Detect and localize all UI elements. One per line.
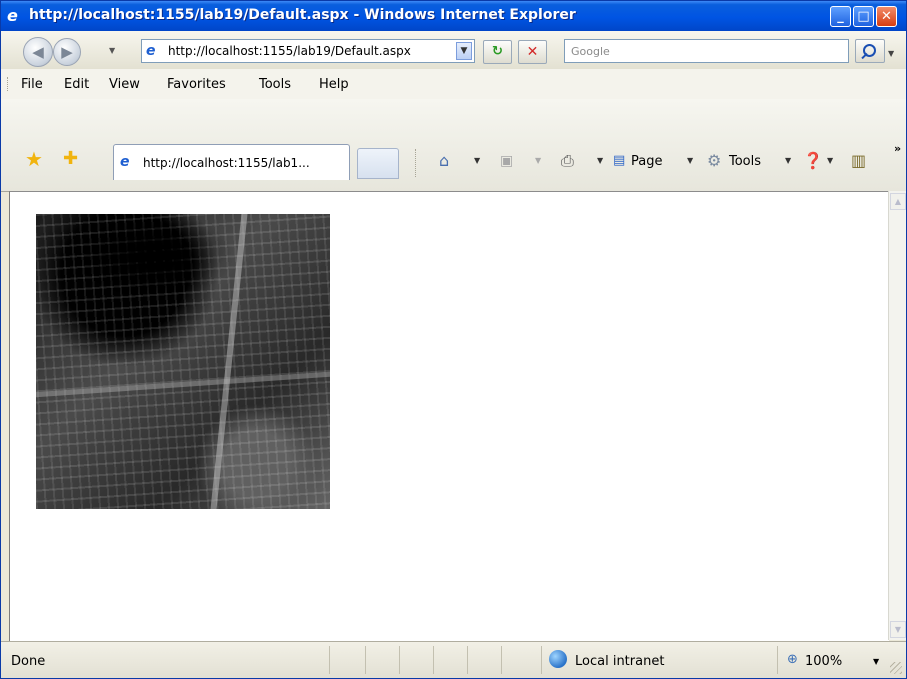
search-input[interactable]: Google	[564, 39, 849, 63]
address-bar[interactable]: e http://localhost:1155/lab19/Default.as…	[141, 39, 475, 63]
help-dropdown-icon[interactable]: ▼	[827, 156, 833, 165]
search-placeholder: Google	[571, 45, 610, 58]
tools-menu-button[interactable]: Tools	[729, 154, 761, 169]
aerial-city-image	[36, 214, 330, 509]
help-icon[interactable]: ❓	[803, 150, 823, 172]
menu-file[interactable]: File	[21, 77, 43, 92]
tab-page-icon: e	[120, 154, 130, 170]
menu-edit[interactable]: Edit	[64, 77, 89, 92]
window-title: http://localhost:1155/lab19/Default.aspx…	[29, 7, 576, 23]
tab-bar: ★ ✚ e http://localhost:1155/lab1... ⌂ ▼ …	[1, 99, 906, 192]
zoom-level[interactable]: 100%	[805, 654, 842, 669]
search-options-dropdown-icon[interactable]: ▼	[888, 49, 894, 58]
security-zone-label[interactable]: Local intranet	[575, 654, 664, 669]
feeds-icon[interactable]: ▣	[500, 150, 513, 172]
home-dropdown-icon[interactable]: ▼	[474, 156, 480, 165]
feeds-dropdown-icon: ▼	[535, 156, 542, 165]
recent-pages-dropdown-icon[interactable]: ▼	[109, 46, 115, 55]
page-menu-button[interactable]: Page	[631, 154, 662, 169]
page-dropdown-icon[interactable]: ▼	[687, 156, 693, 165]
page-content	[9, 191, 889, 641]
status-bar: Done Local intranet ⊕ 100% ▼	[1, 641, 906, 678]
navigation-bar: ◀ ▶ ▼ e http://localhost:1155/lab19/Defa…	[1, 31, 906, 70]
maximize-button[interactable]: □	[853, 6, 874, 27]
address-dropdown-icon[interactable]: ▼	[456, 42, 472, 60]
menu-favorites[interactable]: Favorites	[167, 77, 226, 92]
minimize-button[interactable]: _	[830, 6, 851, 27]
scroll-up-icon[interactable]: ▲	[890, 193, 906, 210]
toolbar-grip[interactable]	[7, 77, 10, 91]
scroll-down-icon[interactable]: ▼	[890, 621, 906, 638]
close-button[interactable]: ✕	[876, 6, 897, 27]
home-icon[interactable]: ⌂	[439, 150, 449, 172]
forward-button[interactable]: ▶	[53, 38, 81, 66]
print-icon[interactable]: ⎙	[561, 150, 574, 172]
tools-gear-icon[interactable]: ⚙	[707, 150, 721, 172]
favorites-center-icon[interactable]: ★	[25, 149, 43, 169]
vertical-scrollbar[interactable]: ▲ ▼	[888, 191, 906, 640]
ie-logo-icon: e	[7, 6, 18, 25]
status-text: Done	[11, 654, 46, 669]
address-input[interactable]: http://localhost:1155/lab19/Default.aspx	[168, 44, 450, 58]
toolbar-overflow-button[interactable]: »	[894, 142, 901, 155]
tools-dropdown-icon[interactable]: ▼	[785, 156, 791, 165]
new-tab-button[interactable]	[357, 148, 399, 179]
page-menu-icon[interactable]: ▤	[613, 150, 625, 172]
menu-bar: File Edit View Favorites Tools Help	[1, 69, 906, 100]
zoom-dropdown-icon[interactable]: ▼	[873, 657, 879, 666]
title-bar[interactable]: e http://localhost:1155/lab19/Default.as…	[1, 1, 906, 32]
tab-current[interactable]: e http://localhost:1155/lab1...	[113, 144, 350, 180]
refresh-button[interactable]: ↻	[483, 40, 512, 64]
intranet-globe-icon	[549, 650, 567, 668]
tab-label: http://localhost:1155/lab1...	[143, 156, 310, 170]
zoom-icon: ⊕	[787, 652, 798, 667]
add-favorites-icon[interactable]: ✚	[63, 149, 78, 169]
research-icon[interactable]: ▥	[851, 150, 866, 172]
search-button[interactable]	[855, 39, 885, 63]
ie-window: e http://localhost:1155/lab19/Default.as…	[0, 0, 907, 679]
menu-view[interactable]: View	[109, 77, 140, 92]
resize-grip[interactable]	[890, 662, 902, 674]
print-dropdown-icon[interactable]: ▼	[597, 156, 603, 165]
menu-help[interactable]: Help	[319, 77, 349, 92]
menu-tools[interactable]: Tools	[259, 77, 291, 92]
back-button[interactable]: ◀	[23, 37, 53, 67]
page-icon: e	[146, 43, 156, 59]
stop-button[interactable]: ✕	[518, 40, 547, 64]
